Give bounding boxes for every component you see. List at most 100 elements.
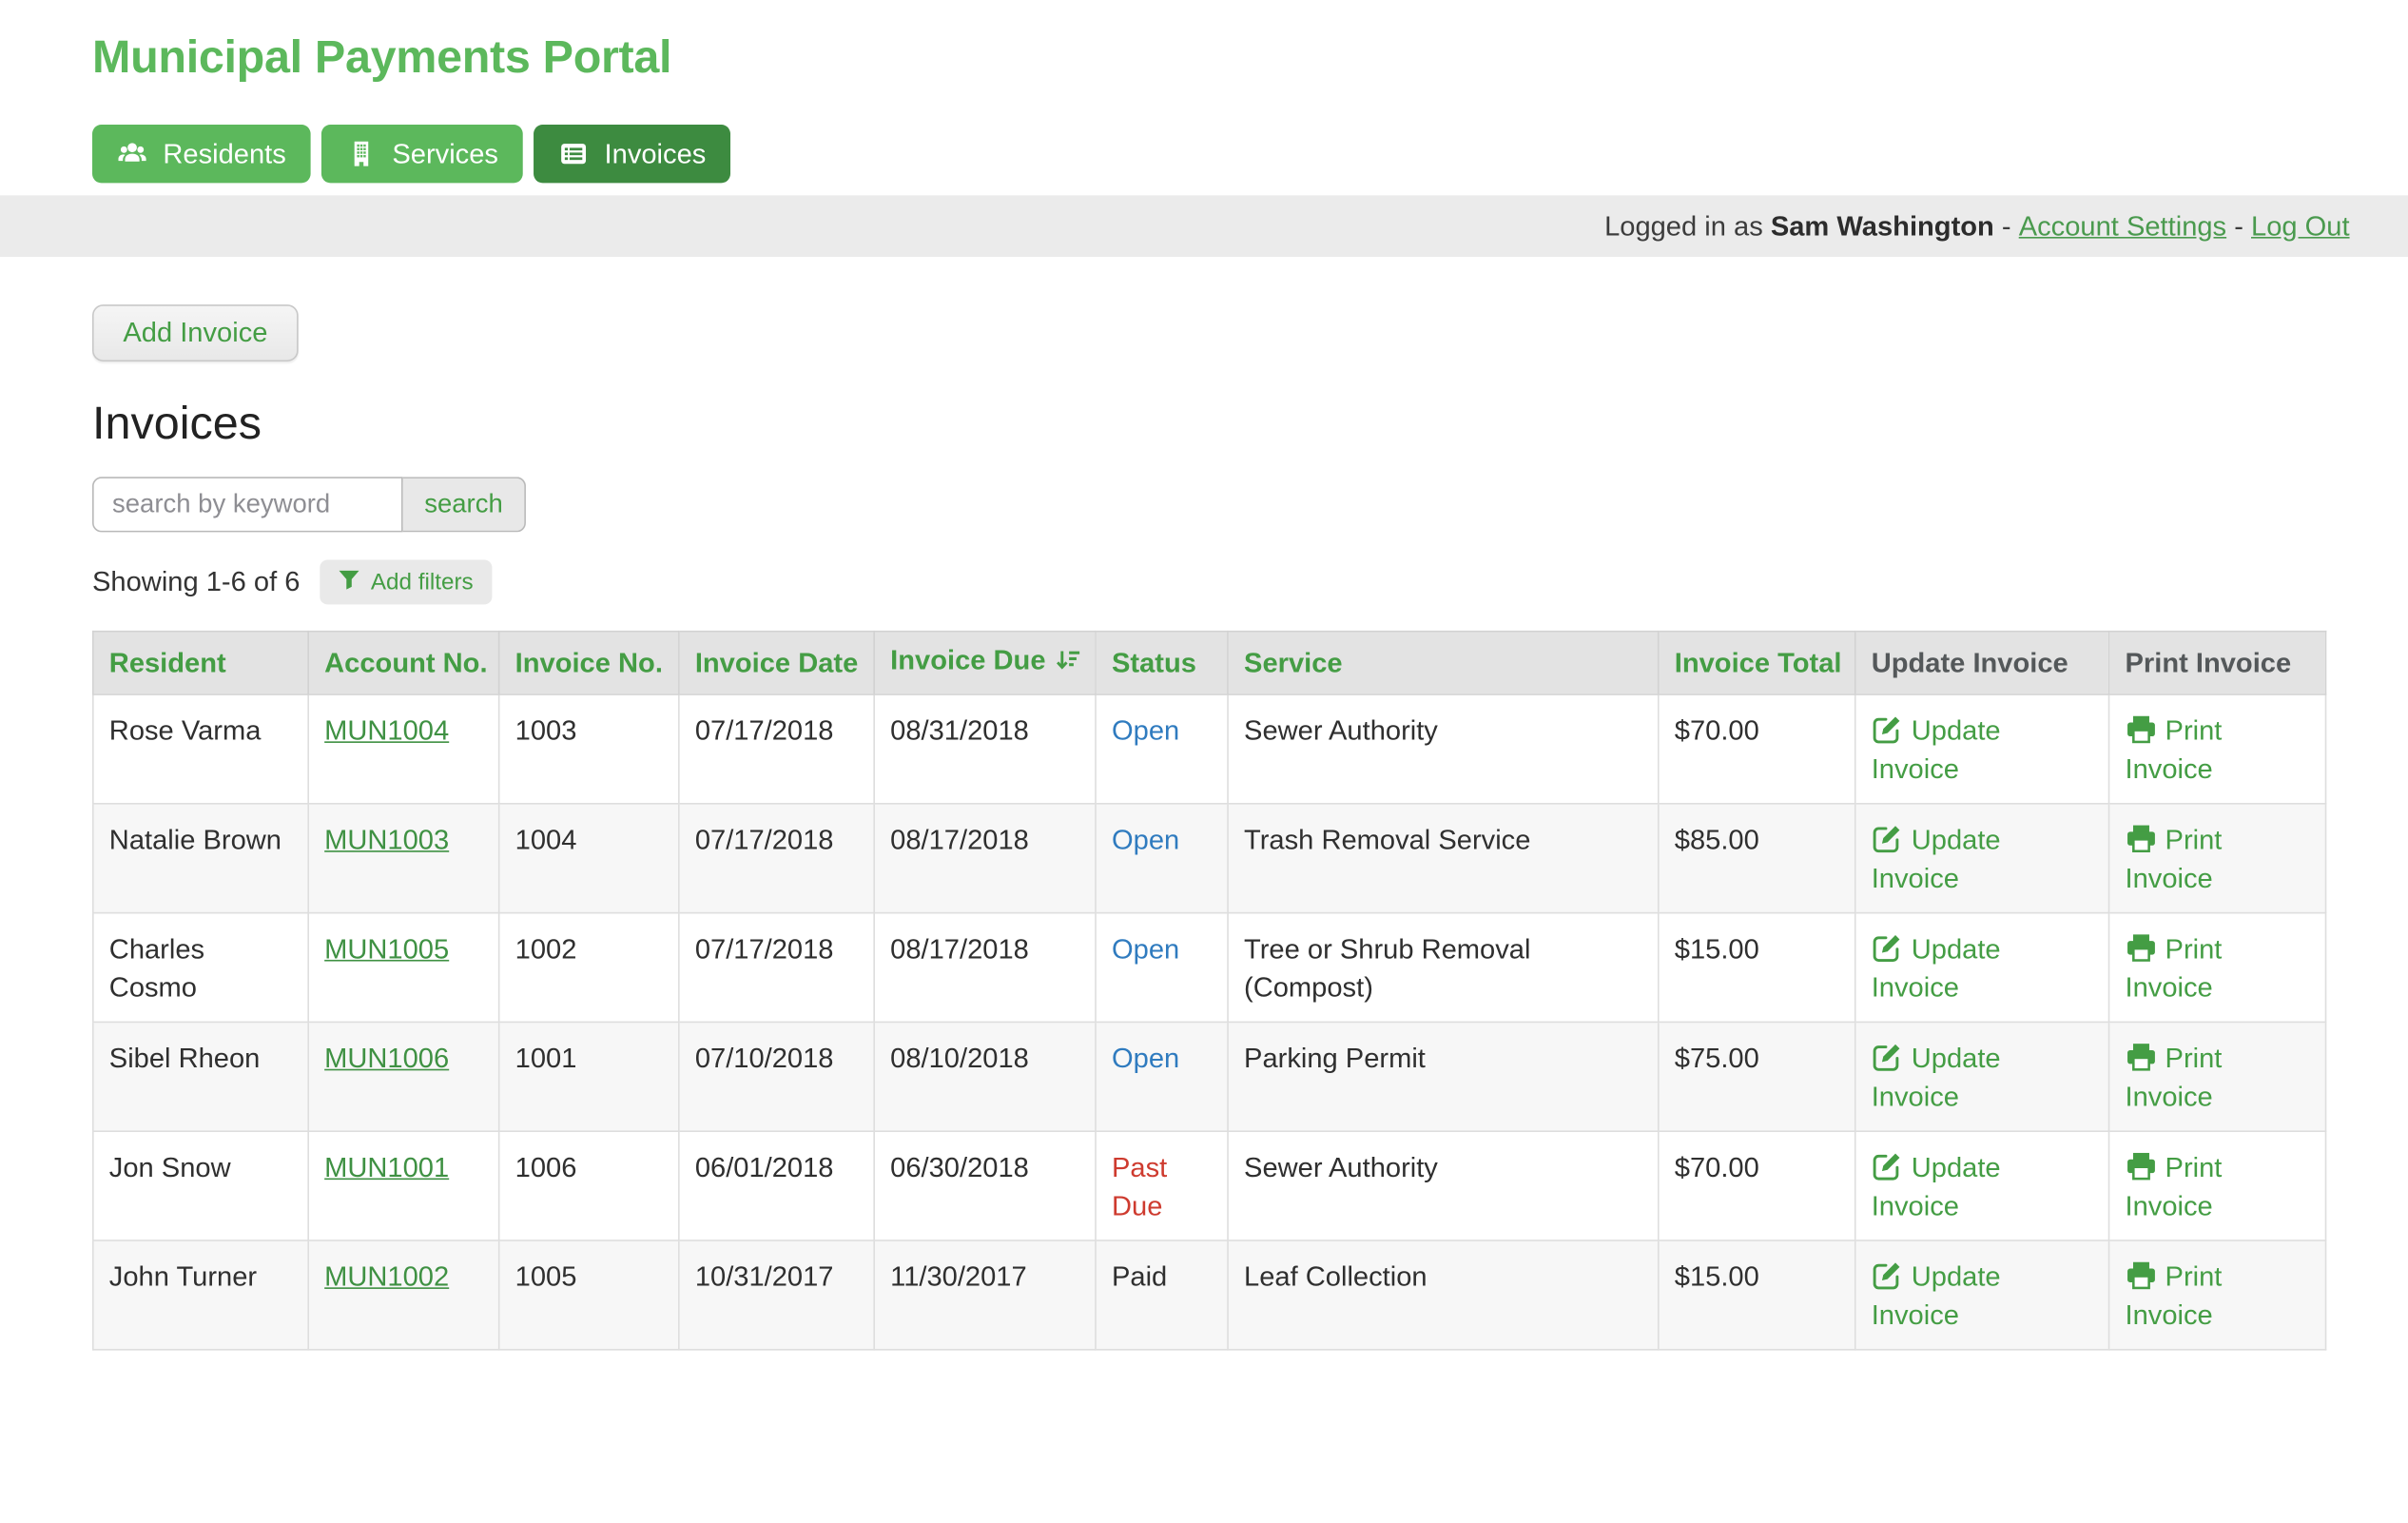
table-header-row: Resident Account No. Invoice No. Invoice…: [93, 632, 2326, 694]
resident-cell: Jon Snow: [93, 1131, 308, 1240]
column-header-update-invoice: Update Invoice: [1855, 632, 2109, 694]
column-header-invoice-due-label: Invoice Due: [890, 645, 1045, 675]
account-no-cell: MUN1001: [308, 1131, 498, 1240]
results-row: Showing 1-6 of 6 Add filters: [92, 560, 2316, 605]
update-invoice-cell: Update Invoice: [1855, 1131, 2109, 1240]
update-invoice-cell: Update Invoice: [1855, 804, 2109, 913]
service-cell: Leaf Collection: [1228, 1240, 1659, 1350]
update-invoice-link[interactable]: Update Invoice: [1872, 1152, 2001, 1221]
table-row: Sibel Rheon MUN1006 1001 07/10/2018 08/1…: [93, 1022, 2326, 1131]
status-cell: Open: [1096, 804, 1228, 913]
column-header-invoice-due[interactable]: Invoice Due: [874, 632, 1096, 694]
column-header-status[interactable]: Status: [1096, 632, 1228, 694]
account-link[interactable]: MUN1006: [324, 1043, 449, 1073]
tab-invoices[interactable]: Invoices: [534, 125, 730, 183]
status-cell: Paid: [1096, 1240, 1228, 1350]
search-button[interactable]: search: [403, 477, 526, 532]
primary-nav: Residents Services: [92, 125, 2316, 183]
invoice-no-cell: 1003: [499, 694, 679, 804]
print-invoice-link[interactable]: Print Invoice: [2126, 933, 2223, 1003]
print-invoice-link[interactable]: Print Invoice: [2126, 715, 2223, 785]
print-invoice-link[interactable]: Print Invoice: [2126, 1261, 2223, 1331]
update-invoice-link[interactable]: Update Invoice: [1872, 1261, 2001, 1331]
account-link[interactable]: MUN1003: [324, 825, 449, 855]
invoice-due-cell: 06/30/2018: [874, 1131, 1096, 1240]
tab-invoices-label: Invoices: [605, 138, 707, 170]
column-header-service[interactable]: Service: [1228, 632, 1659, 694]
main-content: Add Invoice Invoices search Showing 1-6 …: [0, 257, 2408, 1351]
session-user: Sam Washington: [1771, 210, 1994, 243]
column-header-print-invoice: Print Invoice: [2109, 632, 2326, 694]
print-invoice-link[interactable]: Print Invoice: [2126, 1043, 2223, 1112]
results-summary: Showing 1-6 of 6: [92, 566, 300, 598]
invoice-total-cell: $70.00: [1659, 694, 1855, 804]
invoice-total-cell: $85.00: [1659, 804, 1855, 913]
update-invoice-link[interactable]: Update Invoice: [1872, 1043, 2001, 1112]
search-input[interactable]: [92, 477, 403, 532]
column-header-account-no[interactable]: Account No.: [308, 632, 498, 694]
status-badge: Past Due: [1112, 1152, 1167, 1221]
status-cell: Past Due: [1096, 1131, 1228, 1240]
status-badge: Open: [1112, 933, 1179, 964]
add-filters-button[interactable]: Add filters: [320, 560, 492, 605]
service-cell: Sewer Authority: [1228, 1131, 1659, 1240]
update-invoice-link[interactable]: Update Invoice: [1872, 825, 2001, 894]
separator: -: [2226, 210, 2251, 243]
add-filters-label: Add filters: [371, 569, 474, 595]
table-row: Jon Snow MUN1001 1006 06/01/2018 06/30/2…: [93, 1131, 2326, 1240]
column-header-resident[interactable]: Resident: [93, 632, 308, 694]
update-invoice-link[interactable]: Update Invoice: [1872, 933, 2001, 1003]
status-badge: Open: [1112, 715, 1179, 746]
column-header-invoice-total[interactable]: Invoice Total: [1659, 632, 1855, 694]
building-icon: [346, 139, 377, 169]
resident-cell: John Turner: [93, 1240, 308, 1350]
account-link[interactable]: MUN1005: [324, 933, 449, 964]
invoice-total-cell: $15.00: [1659, 1240, 1855, 1350]
session-bar: Logged in as Sam Washington - Account Se…: [0, 195, 2408, 257]
update-invoice-cell: Update Invoice: [1855, 913, 2109, 1023]
update-invoice-cell: Update Invoice: [1855, 1022, 2109, 1131]
tab-residents-label: Residents: [163, 138, 285, 170]
invoice-date-cell: 07/17/2018: [679, 804, 874, 913]
account-link[interactable]: MUN1004: [324, 715, 449, 746]
print-invoice-link[interactable]: Print Invoice: [2126, 825, 2223, 894]
print-invoice-link[interactable]: Print Invoice: [2126, 1152, 2223, 1221]
table-row: Charles Cosmo MUN1005 1002 07/17/2018 08…: [93, 913, 2326, 1023]
invoice-total-cell: $15.00: [1659, 913, 1855, 1023]
invoice-due-cell: 08/17/2018: [874, 804, 1096, 913]
resident-cell: Natalie Brown: [93, 804, 308, 913]
resident-cell: Charles Cosmo: [93, 913, 308, 1023]
site-title: Municipal Payments Portal: [92, 0, 2316, 85]
users-icon: [117, 139, 147, 169]
account-settings-link[interactable]: Account Settings: [2019, 210, 2226, 243]
print-invoice-cell: Print Invoice: [2109, 804, 2326, 913]
invoice-no-cell: 1006: [499, 1131, 679, 1240]
account-link[interactable]: MUN1001: [324, 1152, 449, 1182]
account-no-cell: MUN1006: [308, 1022, 498, 1131]
page-title: Invoices: [92, 399, 2316, 451]
column-header-invoice-no[interactable]: Invoice No.: [499, 632, 679, 694]
add-invoice-button[interactable]: Add Invoice: [92, 304, 299, 361]
search-bar: search: [92, 477, 2316, 532]
funnel-icon: [339, 568, 360, 596]
invoices-table: Resident Account No. Invoice No. Invoice…: [92, 631, 2326, 1351]
invoice-date-cell: 07/17/2018: [679, 694, 874, 804]
separator: -: [1994, 210, 2019, 243]
update-invoice-cell: Update Invoice: [1855, 694, 2109, 804]
account-link[interactable]: MUN1002: [324, 1261, 449, 1292]
column-header-invoice-date[interactable]: Invoice Date: [679, 632, 874, 694]
invoice-date-cell: 10/31/2017: [679, 1240, 874, 1350]
sort-descending-icon: [1055, 649, 1080, 679]
tab-services[interactable]: Services: [321, 125, 523, 183]
invoice-total-cell: $75.00: [1659, 1022, 1855, 1131]
invoice-date-cell: 07/17/2018: [679, 913, 874, 1023]
account-no-cell: MUN1004: [308, 694, 498, 804]
account-no-cell: MUN1002: [308, 1240, 498, 1350]
tab-services-label: Services: [392, 138, 498, 170]
log-out-link[interactable]: Log Out: [2251, 210, 2350, 243]
tab-residents[interactable]: Residents: [92, 125, 311, 183]
print-invoice-cell: Print Invoice: [2109, 1022, 2326, 1131]
status-badge: Open: [1112, 1043, 1179, 1073]
status-cell: Open: [1096, 1022, 1228, 1131]
update-invoice-link[interactable]: Update Invoice: [1872, 715, 2001, 785]
